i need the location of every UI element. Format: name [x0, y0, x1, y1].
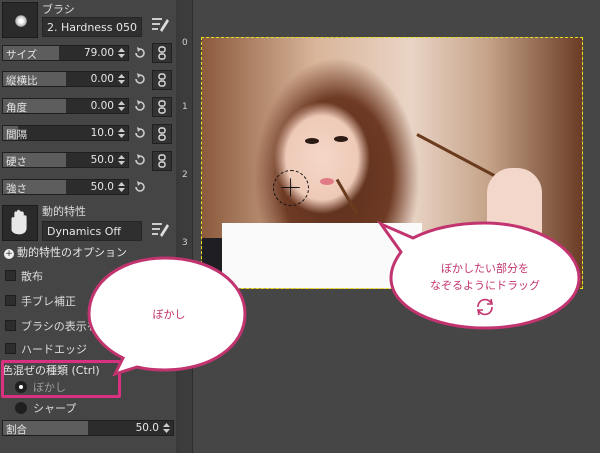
ruler-tick: 2 [182, 170, 188, 180]
spin-arrows-icon[interactable] [117, 154, 126, 166]
slider-label: 間隔 [6, 129, 27, 141]
spin-arrows-icon[interactable] [117, 181, 126, 193]
spacing-slider[interactable]: 間隔 10.0 [2, 125, 129, 141]
checkbox-box[interactable] [5, 320, 16, 331]
slider-value: 50.0 [90, 181, 114, 193]
checkbox-scatter[interactable]: 散布 [5, 268, 43, 284]
slider-label: 硬さ [6, 156, 27, 168]
hand-icon [11, 209, 27, 235]
chain-icon [158, 73, 166, 87]
photo-eye [305, 138, 319, 144]
spin-arrows-icon[interactable] [117, 100, 126, 112]
checkbox-box[interactable] [5, 270, 16, 281]
edit-icon[interactable] [150, 219, 170, 239]
angle-slider[interactable]: 角度 0.00 [2, 98, 129, 114]
rate-slider[interactable]: 割合 50.0 [2, 420, 174, 436]
ruler-tick: 0 [182, 38, 188, 48]
callout-left-text: ぼかし [152, 308, 186, 321]
chain-button[interactable] [152, 70, 172, 90]
slider-label: 縦横比 [6, 75, 38, 87]
checkbox-label: 散布 [21, 270, 43, 283]
callout-right-line2: なぞるようにドラッグ [430, 279, 540, 292]
spin-arrows-icon[interactable] [117, 47, 126, 59]
slider-value: 50.0 [90, 154, 114, 166]
checkbox-box[interactable] [5, 343, 16, 354]
crosshair-icon [281, 178, 300, 197]
slider-value: 0.00 [90, 73, 114, 85]
brush-cursor [273, 170, 309, 206]
photo-eye [334, 136, 348, 142]
tool-options-panel: ブラシ 2. Hardness 050 サイズ 79.00 縦横比 0.00 角… [0, 0, 176, 453]
slider-label: 強さ [6, 183, 27, 195]
edit-icon[interactable] [150, 14, 170, 34]
slider-value: 50.0 [135, 422, 159, 434]
force-slider[interactable]: 強さ 50.0 [2, 179, 129, 195]
spin-arrows-icon[interactable] [117, 73, 126, 85]
refresh-arrows-icon [477, 298, 493, 316]
dynamics-name-field[interactable]: Dynamics Off [42, 221, 142, 241]
radio-dot[interactable] [15, 402, 27, 414]
ruler-tick: 1 [182, 102, 188, 112]
hardness-slider[interactable]: 硬さ 50.0 [2, 152, 129, 168]
checkbox-box[interactable] [5, 295, 16, 306]
aspect-slider[interactable]: 縦横比 0.00 [2, 71, 129, 87]
brush-label: ブラシ [42, 3, 75, 16]
slider-label: 割合 [6, 424, 27, 436]
chain-icon [158, 100, 166, 114]
slider-value: 10.0 [90, 127, 114, 139]
chain-button[interactable] [152, 151, 172, 171]
photo-stick [335, 178, 359, 215]
reset-icon[interactable] [133, 46, 147, 60]
reset-icon[interactable] [133, 99, 147, 113]
vertical-ruler[interactable]: 0 1 2 3 4 [180, 0, 193, 453]
brush-preview[interactable] [2, 2, 38, 38]
spin-arrows-icon[interactable] [162, 422, 171, 434]
chain-icon [158, 154, 166, 168]
checkbox-hard-edge[interactable]: ハードエッジ [5, 341, 87, 357]
dynamics-preview[interactable] [2, 205, 38, 241]
checkbox-label: ハードエッジ [21, 343, 87, 356]
callout-right-line1: ぼかしたい部分を [441, 262, 529, 275]
size-slider[interactable]: サイズ 79.00 [2, 45, 129, 61]
photo-stick [416, 133, 498, 179]
photo-lips [320, 178, 334, 185]
brush-name-field[interactable]: 2. Hardness 050 [42, 17, 142, 37]
reset-icon[interactable] [133, 126, 147, 140]
ruler-tick: 3 [182, 238, 188, 248]
radio-label: シャープ [33, 402, 77, 415]
slider-label: サイズ [6, 49, 38, 61]
radio-sharpen[interactable]: シャープ [15, 400, 76, 416]
slider-value: 79.00 [83, 47, 114, 59]
chain-icon [158, 46, 166, 60]
checkbox-label: 手ブレ補正 [21, 295, 76, 308]
checkbox-smoothing[interactable]: 手ブレ補正 [5, 293, 76, 309]
reset-icon[interactable] [133, 180, 147, 194]
reset-icon[interactable] [133, 72, 147, 86]
chain-button[interactable] [152, 124, 172, 144]
chain-button[interactable] [152, 43, 172, 63]
reset-icon[interactable] [133, 153, 147, 167]
plus-icon: + [4, 249, 14, 259]
slider-label: 角度 [6, 102, 27, 114]
dynamics-label: 動的特性 [42, 205, 86, 218]
chain-button[interactable] [152, 97, 172, 117]
spin-arrows-icon[interactable] [117, 127, 126, 139]
slider-value: 0.00 [90, 100, 114, 112]
chain-icon [158, 127, 166, 141]
